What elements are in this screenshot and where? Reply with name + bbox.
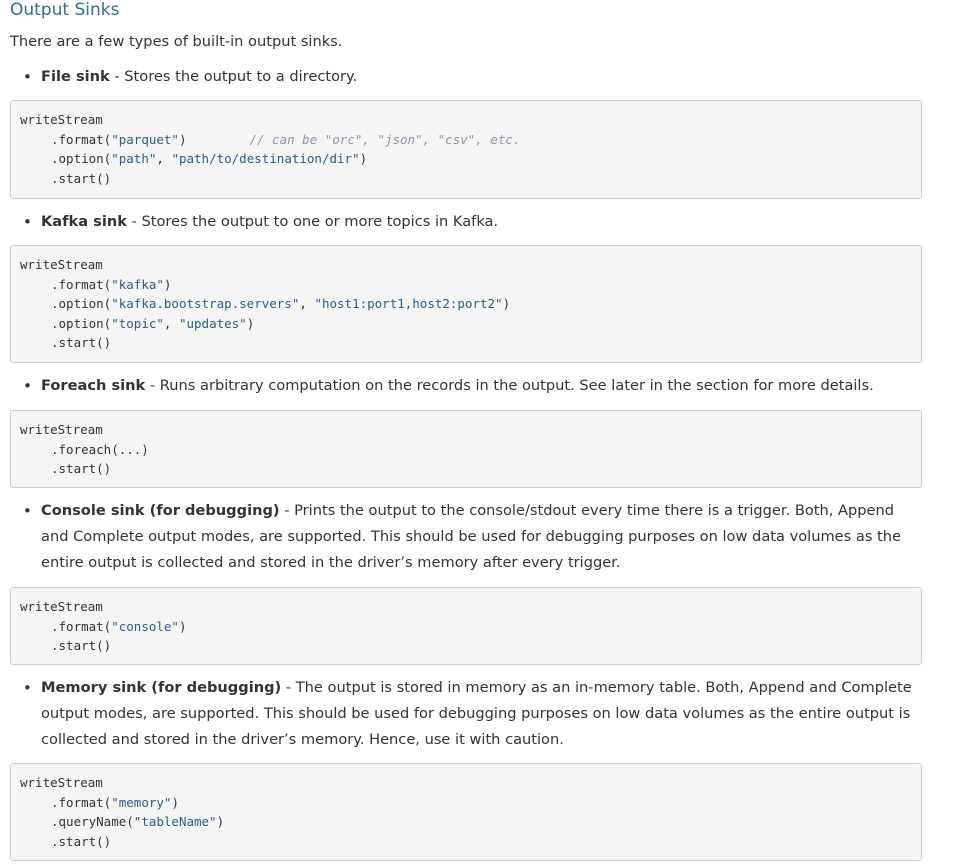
bullet-kafka-sink: • Kafka sink - Stores the output to one … bbox=[10, 209, 924, 235]
code-line: writeStream bbox=[20, 773, 912, 793]
code-text: .format( bbox=[51, 794, 112, 810]
code-string: "topic" bbox=[111, 315, 164, 331]
bullet-file-sink: • File sink - Stores the output to a dir… bbox=[10, 64, 924, 90]
bullet-dot: • bbox=[23, 679, 32, 697]
code-line: .start() bbox=[20, 333, 912, 353]
code-string: "parquet" bbox=[111, 131, 179, 147]
code-line: .foreach(...) bbox=[20, 440, 912, 460]
code-text: ) bbox=[178, 131, 187, 147]
code-string: "host1:port1,host2:port2" bbox=[314, 296, 503, 312]
code-line: .format("parquet") // can be "orc", "json… bbox=[20, 130, 912, 150]
sink-description: - Stores the output to a directory. bbox=[109, 68, 358, 85]
sink-term: File sink bbox=[41, 68, 110, 85]
code-text: .format( bbox=[51, 131, 112, 147]
code-string: "updates" bbox=[178, 315, 247, 331]
code-string: "kafka" bbox=[111, 276, 164, 292]
code-block-kafka-sink: writeStream .format("kafka") .option("kafk… bbox=[10, 245, 922, 363]
bullet-dot: • bbox=[23, 213, 32, 231]
sink-description: - Runs arbitrary computation on the reco… bbox=[145, 377, 874, 394]
sink-term: Kafka sink bbox=[41, 213, 127, 230]
code-block-memory-sink: writeStream .format("memory") .queryName("… bbox=[10, 763, 922, 861]
code-text: .start() bbox=[51, 461, 112, 477]
code-text: , bbox=[163, 315, 179, 331]
code-block-file-sink: writeStream .format("parquet") // can be "… bbox=[10, 100, 922, 199]
code-text: .format( bbox=[51, 276, 112, 292]
code-line: .format("console") bbox=[20, 617, 912, 637]
code-block-foreach-sink: writeStream .foreach(...) .start() bbox=[10, 410, 922, 488]
code-text: .option( bbox=[51, 296, 112, 312]
code-string: "console" bbox=[111, 618, 179, 634]
code-line: writeStream bbox=[20, 255, 912, 275]
code-text: .foreach(...) bbox=[51, 441, 149, 457]
sink-description: - Stores the output to one or more topic… bbox=[126, 213, 499, 230]
bullet-text: Kafka sink - Stores the output to one or… bbox=[41, 209, 924, 235]
intro-text: There are a few types of built-in output… bbox=[10, 33, 343, 50]
code-line: .start() bbox=[20, 636, 912, 656]
bullet-text: Foreach sink - Runs arbitrary computatio… bbox=[41, 373, 924, 399]
bullet-dot: • bbox=[23, 377, 32, 395]
code-text: ) bbox=[502, 296, 511, 312]
code-line: .start() bbox=[20, 832, 912, 852]
code-text: ) bbox=[359, 151, 368, 167]
code-comment: // can be "orc", "json", "csv", etc. bbox=[249, 131, 521, 147]
code-line: .start() bbox=[20, 459, 912, 479]
code-text: ) bbox=[246, 315, 255, 331]
section-title: Output Sinks bbox=[10, 0, 120, 20]
code-text: ) bbox=[171, 794, 179, 810]
code-text: .start() bbox=[51, 833, 112, 849]
code-text: ) bbox=[216, 814, 225, 830]
code-line: writeStream bbox=[20, 420, 912, 440]
code-text: .option( bbox=[51, 151, 112, 167]
code-line: .format("kafka") bbox=[20, 275, 912, 295]
code-line: .option("path", "path/to/destination/dir… bbox=[20, 149, 912, 169]
code-text: writeStream bbox=[20, 775, 103, 790]
code-line: writeStream bbox=[20, 110, 912, 130]
code-text: , bbox=[299, 296, 315, 312]
bullet-memory-sink: • Memory sink (for debugging) - The outp… bbox=[10, 675, 924, 753]
code-block-console-sink: writeStream .format("console") .start() bbox=[10, 587, 922, 665]
code-text: .option( bbox=[51, 315, 112, 331]
sink-term: Console sink (for debugging) bbox=[41, 502, 280, 519]
code-line: .format("memory") bbox=[20, 793, 912, 813]
code-line: .option("kafka.bootstrap.servers", "host… bbox=[20, 294, 912, 314]
code-text: writeStream bbox=[20, 112, 103, 127]
code-text: ) bbox=[163, 276, 172, 292]
code-text: writeStream bbox=[20, 257, 103, 272]
code-text: .start() bbox=[51, 335, 112, 351]
code-text: writeStream bbox=[20, 422, 103, 437]
code-string: "path/to/destination/dir" bbox=[171, 151, 360, 167]
bullet-foreach-sink: • Foreach sink - Runs arbitrary computat… bbox=[10, 373, 924, 399]
code-string: "path" bbox=[111, 151, 157, 167]
code-line: .start() bbox=[20, 169, 912, 189]
bullet-dot: • bbox=[23, 68, 32, 86]
bullet-console-sink: • Console sink (for debugging) - Prints … bbox=[10, 498, 924, 576]
code-line: writeStream bbox=[20, 597, 912, 617]
code-text: writeStream bbox=[20, 599, 103, 614]
code-text: ) bbox=[178, 618, 187, 634]
code-string: "kafka.bootstrap.servers" bbox=[111, 296, 300, 312]
code-text: .queryName( bbox=[51, 814, 134, 830]
sink-term: Foreach sink bbox=[41, 377, 146, 394]
bullet-text: Memory sink (for debugging) - The output… bbox=[41, 675, 924, 753]
code-text: .start() bbox=[51, 638, 112, 654]
sink-term: Memory sink (for debugging) bbox=[41, 679, 282, 696]
code-line: .queryName("tableName") bbox=[20, 812, 912, 832]
bullet-text: File sink - Stores the output to a direc… bbox=[41, 64, 924, 90]
bullet-text: Console sink (for debugging) - Prints th… bbox=[41, 498, 924, 576]
code-string: "memory" bbox=[111, 794, 172, 810]
code-string: "tableName" bbox=[133, 814, 217, 830]
code-line: .option("topic", "updates") bbox=[20, 314, 912, 334]
code-text: .start() bbox=[51, 170, 112, 186]
bullet-dot: • bbox=[23, 502, 32, 520]
code-text: .format( bbox=[51, 618, 112, 634]
code-text: , bbox=[156, 151, 172, 167]
